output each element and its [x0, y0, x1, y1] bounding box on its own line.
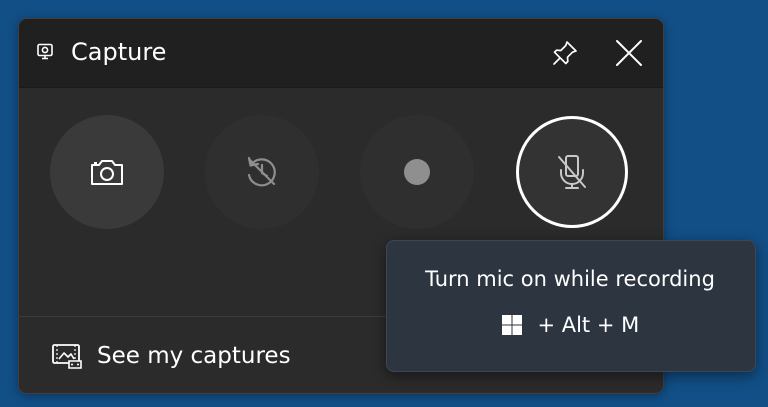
mic-tooltip: Turn mic on while recording + Alt + M: [386, 240, 756, 372]
record-last-30-sec-button[interactable]: [205, 115, 319, 229]
keyboard-shortcut: + Alt + M: [387, 313, 753, 337]
close-button[interactable]: [609, 35, 649, 71]
gallery-icon: [52, 344, 82, 369]
shortcut-separator: +: [530, 313, 562, 337]
shortcut-key-alt: Alt: [561, 313, 591, 337]
tooltip-text: Turn mic on while recording: [425, 267, 715, 291]
close-icon: [616, 40, 642, 66]
capture-widget-icon: [37, 43, 53, 60]
pin-icon: [553, 41, 577, 65]
screenshot-button[interactable]: [50, 115, 164, 229]
camera-icon: [91, 160, 123, 185]
widget-titlebar: Capture: [19, 19, 663, 88]
mic-toggle-button[interactable]: [516, 116, 628, 228]
windows-logo-icon: [501, 315, 522, 335]
see-my-captures-label: See my captures: [97, 343, 291, 369]
shortcut-key-m: M: [621, 313, 640, 337]
mic-off-icon: [558, 155, 586, 189]
see-my-captures-link[interactable]: See my captures: [51, 336, 291, 376]
record-dot-icon: [404, 159, 430, 185]
pin-button[interactable]: [545, 36, 585, 70]
replay-disabled-icon: [247, 156, 276, 187]
widget-title: Capture: [71, 38, 167, 66]
start-recording-button[interactable]: [360, 115, 474, 229]
shortcut-separator: +: [590, 313, 622, 337]
